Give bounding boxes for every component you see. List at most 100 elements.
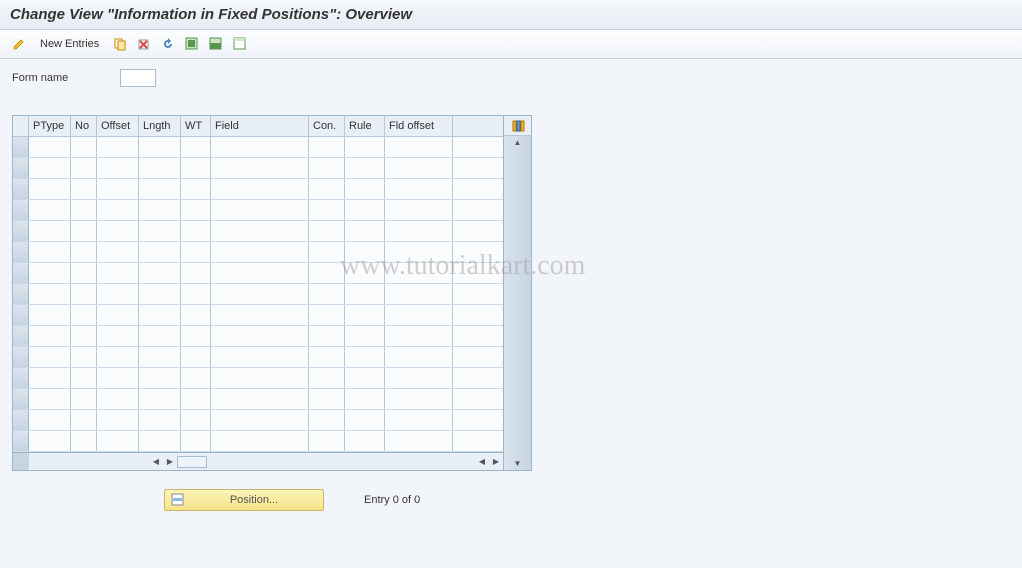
table-row[interactable]: [13, 137, 503, 158]
cell[interactable]: [309, 389, 345, 409]
delete-icon[interactable]: [135, 35, 153, 53]
row-selector[interactable]: [13, 221, 29, 241]
cell[interactable]: [71, 179, 97, 199]
cell[interactable]: [139, 200, 181, 220]
cell[interactable]: [385, 368, 453, 388]
form-name-input[interactable]: [120, 69, 156, 87]
cell[interactable]: [181, 326, 211, 346]
cell[interactable]: [97, 284, 139, 304]
col-ptype[interactable]: PType: [29, 116, 71, 136]
cell[interactable]: [181, 410, 211, 430]
cell[interactable]: [97, 347, 139, 367]
cell[interactable]: [71, 326, 97, 346]
cell[interactable]: [309, 137, 345, 157]
row-selector[interactable]: [13, 305, 29, 325]
row-selector-header[interactable]: [13, 116, 29, 136]
cell[interactable]: [181, 263, 211, 283]
cell[interactable]: [29, 347, 71, 367]
cell[interactable]: [29, 410, 71, 430]
cell[interactable]: [97, 410, 139, 430]
cell[interactable]: [29, 326, 71, 346]
table-row[interactable]: [13, 158, 503, 179]
table-row[interactable]: [13, 347, 503, 368]
cell[interactable]: [345, 389, 385, 409]
cell[interactable]: [309, 221, 345, 241]
row-selector[interactable]: [13, 158, 29, 178]
cell[interactable]: [345, 263, 385, 283]
cell[interactable]: [71, 389, 97, 409]
cell[interactable]: [181, 431, 211, 451]
cell[interactable]: [139, 284, 181, 304]
cell[interactable]: [345, 347, 385, 367]
cell[interactable]: [181, 221, 211, 241]
cell[interactable]: [211, 347, 309, 367]
cell[interactable]: [71, 200, 97, 220]
col-wt[interactable]: WT: [181, 116, 211, 136]
cell[interactable]: [211, 200, 309, 220]
cell[interactable]: [97, 326, 139, 346]
cell[interactable]: [211, 242, 309, 262]
cell[interactable]: [139, 389, 181, 409]
cell[interactable]: [385, 200, 453, 220]
cell[interactable]: [345, 326, 385, 346]
row-selector[interactable]: [13, 137, 29, 157]
cell[interactable]: [385, 410, 453, 430]
cell[interactable]: [97, 158, 139, 178]
cell[interactable]: [139, 158, 181, 178]
table-row[interactable]: [13, 200, 503, 221]
cell[interactable]: [181, 368, 211, 388]
cell[interactable]: [181, 158, 211, 178]
cell[interactable]: [309, 347, 345, 367]
table-row[interactable]: [13, 368, 503, 389]
cell[interactable]: [345, 200, 385, 220]
cell[interactable]: [345, 410, 385, 430]
row-selector[interactable]: [13, 284, 29, 304]
row-selector[interactable]: [13, 431, 29, 451]
cell[interactable]: [97, 137, 139, 157]
cell[interactable]: [139, 221, 181, 241]
cell[interactable]: [385, 242, 453, 262]
cell[interactable]: [97, 221, 139, 241]
cell[interactable]: [29, 305, 71, 325]
row-selector[interactable]: [13, 368, 29, 388]
cell[interactable]: [181, 389, 211, 409]
cell[interactable]: [211, 158, 309, 178]
cell[interactable]: [29, 431, 71, 451]
cell[interactable]: [97, 431, 139, 451]
cell[interactable]: [385, 431, 453, 451]
row-selector[interactable]: [13, 200, 29, 220]
row-selector[interactable]: [13, 242, 29, 262]
table-row[interactable]: [13, 242, 503, 263]
cell[interactable]: [309, 263, 345, 283]
cell[interactable]: [181, 347, 211, 367]
cell[interactable]: [345, 137, 385, 157]
cell[interactable]: [71, 305, 97, 325]
cell[interactable]: [211, 179, 309, 199]
cell[interactable]: [71, 368, 97, 388]
cell[interactable]: [345, 305, 385, 325]
cell[interactable]: [385, 284, 453, 304]
cell[interactable]: [211, 137, 309, 157]
cell[interactable]: [29, 179, 71, 199]
cell[interactable]: [71, 221, 97, 241]
row-selector[interactable]: [13, 410, 29, 430]
cell[interactable]: [385, 137, 453, 157]
cell[interactable]: [309, 242, 345, 262]
cell[interactable]: [29, 284, 71, 304]
cell[interactable]: [139, 305, 181, 325]
cell[interactable]: [139, 410, 181, 430]
cell[interactable]: [309, 305, 345, 325]
cell[interactable]: [181, 179, 211, 199]
col-field[interactable]: Field: [211, 116, 309, 136]
cell[interactable]: [211, 410, 309, 430]
cell[interactable]: [139, 431, 181, 451]
table-row[interactable]: [13, 410, 503, 431]
cell[interactable]: [181, 200, 211, 220]
cell[interactable]: [29, 137, 71, 157]
cell[interactable]: [309, 284, 345, 304]
cell[interactable]: [29, 221, 71, 241]
table-row[interactable]: [13, 284, 503, 305]
cell[interactable]: [139, 368, 181, 388]
cell[interactable]: [211, 221, 309, 241]
cell[interactable]: [29, 158, 71, 178]
